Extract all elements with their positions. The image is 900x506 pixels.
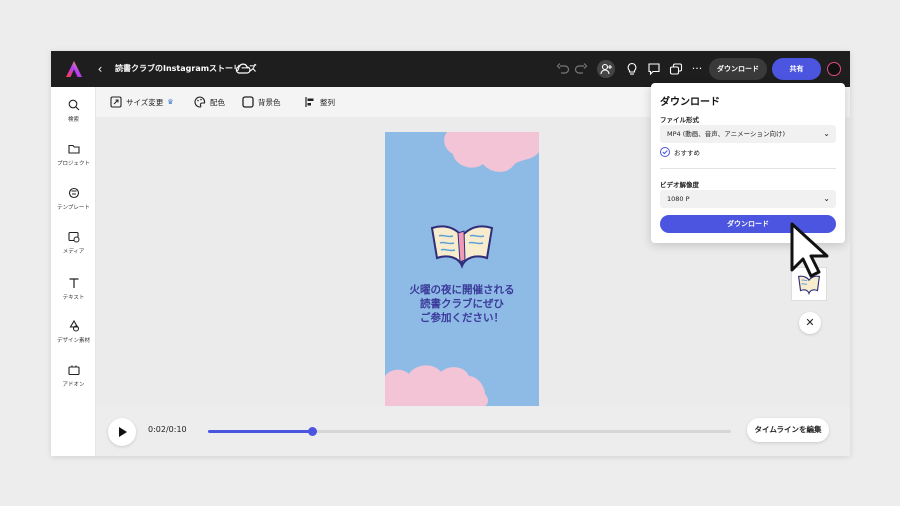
download-panel: ダウンロード ファイル形式 MP4 (動画、音声、アニメーション向け) ⌄ おす… [651, 83, 845, 243]
align-label: 整列 [320, 97, 335, 107]
design-headline[interactable]: 火曜の夜に開催される 読書クラブにぜひ ご参加ください！ [385, 283, 539, 325]
background-color-button[interactable]: 背景色 [242, 95, 281, 109]
sidebar-item-text[interactable]: テキスト [51, 276, 96, 310]
scrubber-handle[interactable] [308, 427, 318, 436]
sidebar-item-media[interactable]: メディア [51, 230, 96, 264]
close-icon[interactable]: ✕ [799, 312, 821, 334]
back-icon[interactable]: ‹ [93, 60, 107, 78]
resize-label: サイズ変更 [126, 97, 164, 107]
play-icon [119, 427, 127, 437]
color-palette-label: 配色 [210, 97, 225, 107]
sidebar-item-label: アドオン [62, 382, 85, 388]
text-icon [69, 278, 78, 288]
premium-crown-icon: ♛ [167, 98, 174, 106]
palette-icon [194, 96, 206, 108]
timeline-scrubber[interactable] [208, 427, 731, 436]
sidebar-item-projects[interactable]: プロジェクト [51, 142, 96, 176]
chevron-down-icon: ⌄ [823, 194, 830, 203]
mouse-cursor-icon [790, 222, 829, 278]
timeline-progress-fill [208, 430, 313, 433]
panel-title: ダウンロード [660, 97, 720, 108]
playback-time: 0:02/0:10 [148, 425, 187, 434]
sidebar-item-search[interactable]: 検索 [51, 98, 96, 132]
align-button[interactable]: 整列 [304, 95, 335, 109]
addon-icon [67, 365, 80, 376]
recommended-badge: おすすめ [660, 147, 700, 157]
sidebar-item-label: メディア [62, 249, 85, 255]
color-palette-button[interactable]: 配色 [194, 95, 225, 109]
sidebar-item-templates[interactable]: テンプレート [51, 186, 96, 220]
check-circle-icon [660, 147, 670, 157]
download-button[interactable]: ダウンロード [709, 58, 767, 80]
headline-line: 火曜の夜に開催される [409, 284, 515, 296]
resolution-value: 1080 P [667, 195, 690, 203]
recommended-label: おすすめ [674, 149, 700, 157]
sidebar-item-label: プロジェクト [56, 161, 90, 167]
file-format-value: MP4 (動画、音声、アニメーション向け) [667, 130, 786, 138]
timeline-bar: 0:02/0:10 タイムラインを編集 [96, 407, 850, 456]
top-bar: ‹ 読書クラブのInstagramストーリーズ ··· ダウンロード 共有 [51, 51, 850, 87]
avatar[interactable] [827, 62, 841, 76]
resolution-select[interactable]: 1080 P ⌄ [660, 190, 836, 208]
play-button[interactable] [108, 418, 136, 446]
copy-icon[interactable] [668, 61, 684, 77]
divider [660, 168, 836, 169]
invite-icon[interactable] [597, 60, 615, 78]
file-format-label: ファイル形式 [660, 116, 699, 124]
align-icon [305, 97, 314, 107]
left-sidebar: 検索 プロジェクト テンプレート メディア テキスト デザイン素材 アドオン [51, 87, 96, 456]
file-format-select[interactable]: MP4 (動画、音声、アニメーション向け) ⌄ [660, 125, 836, 143]
chevron-down-icon: ⌄ [823, 129, 830, 138]
story-design-page[interactable]: 火曜の夜に開催される 読書クラブにぜひ ご参加ください！ [385, 132, 539, 406]
resize-button[interactable]: サイズ変更 ♛ [110, 95, 174, 109]
resize-icon [110, 96, 122, 108]
sidebar-item-label: デザイン素材 [56, 338, 90, 344]
background-color-label: 背景色 [258, 97, 281, 107]
headline-line: ご参加ください！ [420, 312, 504, 324]
sidebar-item-addons[interactable]: アドオン [51, 363, 96, 397]
more-icon[interactable]: ··· [689, 61, 705, 77]
sidebar-item-label: テキスト [62, 295, 85, 301]
template-icon [68, 187, 79, 199]
sidebar-item-design-assets[interactable]: デザイン素材 [51, 319, 96, 353]
edit-timeline-button[interactable]: タイムラインを編集 [747, 418, 829, 442]
headline-line: 読書クラブにぜひ [420, 298, 504, 310]
media-icon [67, 231, 79, 243]
sidebar-item-label: テンプレート [57, 205, 90, 211]
share-button[interactable]: 共有 [772, 58, 821, 80]
cloud-icon[interactable] [235, 62, 251, 76]
bulb-icon[interactable] [624, 61, 640, 77]
editor-window: ‹ 読書クラブのInstagramストーリーズ ··· ダウンロード 共有 検索… [51, 51, 850, 456]
folder-icon [67, 144, 80, 154]
undo-icon[interactable] [555, 61, 571, 77]
adobe-express-logo[interactable] [65, 60, 83, 78]
redo-icon[interactable] [573, 61, 589, 77]
open-book-illustration [430, 225, 494, 269]
sidebar-item-label: 検索 [67, 117, 79, 123]
background-color-icon [242, 96, 254, 108]
search-icon [68, 99, 79, 111]
shapes-icon [69, 319, 79, 332]
resolution-label: ビデオ解像度 [660, 181, 699, 189]
comment-icon[interactable] [646, 61, 662, 77]
